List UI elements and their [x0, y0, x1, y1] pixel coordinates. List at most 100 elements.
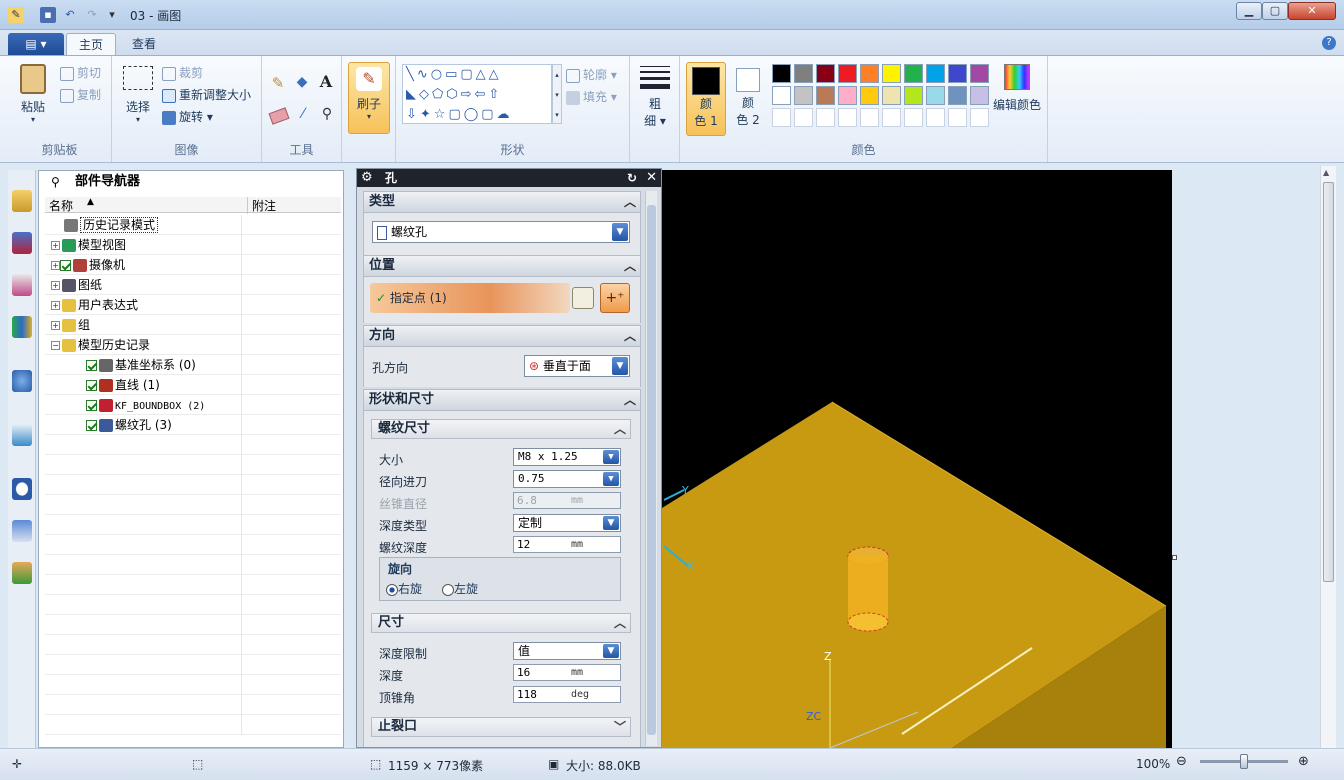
- dimensions-header[interactable]: 尺寸 ︿: [371, 613, 631, 633]
- shapes-gallery-scroll[interactable]: ▴ ▾ ▾: [552, 64, 562, 124]
- settings-gear-icon[interactable]: ⚙: [361, 169, 373, 187]
- expand-icon[interactable]: +: [51, 281, 60, 290]
- clock-icon[interactable]: [12, 478, 32, 500]
- palette-swatch[interactable]: [838, 86, 857, 105]
- redo-icon[interactable]: ↷: [84, 7, 100, 23]
- close-button[interactable]: ✕: [1288, 2, 1336, 20]
- text-tool-icon[interactable]: A: [316, 72, 336, 92]
- thread-size-select[interactable]: M8 x 1.25 ▼: [513, 448, 621, 466]
- groups-row[interactable]: + 组: [45, 315, 341, 335]
- right-hand-radio[interactable]: 右旋: [386, 580, 422, 597]
- expand-icon[interactable]: +: [51, 301, 60, 310]
- palette-swatch[interactable]: [948, 86, 967, 105]
- depth-limit-select[interactable]: 值 ▼: [513, 642, 621, 660]
- type-section-header[interactable]: 类型 ︿: [363, 191, 641, 213]
- custom-color-swatch[interactable]: [794, 108, 813, 127]
- collapse-icon[interactable]: −: [51, 341, 60, 350]
- point-dialog-icon[interactable]: +⁺: [600, 283, 630, 313]
- relief-header[interactable]: 止裂口 ﹀: [371, 717, 631, 737]
- shape-section-header[interactable]: 形状和尺寸 ︿: [363, 389, 641, 411]
- cut-button[interactable]: 剪切: [60, 64, 101, 81]
- cameras-row[interactable]: + 摄像机: [45, 255, 341, 275]
- palette-swatch[interactable]: [948, 64, 967, 83]
- history-icon[interactable]: [12, 424, 32, 446]
- direction-section-header[interactable]: 方向 ︿: [363, 325, 641, 347]
- magnifier-icon[interactable]: ⚲: [318, 106, 336, 124]
- eraser-icon[interactable]: [268, 107, 290, 125]
- visibility-checkbox[interactable]: [86, 380, 97, 391]
- zoom-out-icon[interactable]: ⊖: [1176, 754, 1187, 769]
- column-note-header[interactable]: 附注: [247, 197, 276, 214]
- tip-angle-input[interactable]: 118: [513, 686, 621, 703]
- edit-colors-button[interactable]: 编辑颜色: [990, 62, 1044, 122]
- outline-button[interactable]: 轮廓 ▾: [566, 66, 617, 83]
- expand-icon[interactable]: +: [51, 241, 60, 250]
- depth-type-select[interactable]: 定制 ▼: [513, 514, 621, 532]
- color-picker-icon[interactable]: ⁄: [294, 106, 312, 124]
- palette-swatch[interactable]: [794, 64, 813, 83]
- left-hand-radio[interactable]: 左旋: [442, 580, 478, 597]
- zoom-slider-thumb[interactable]: [1240, 754, 1248, 769]
- user-expressions-row[interactable]: + 用户表达式: [45, 295, 341, 315]
- thread-size-header[interactable]: 螺纹尺寸 ︿: [371, 419, 631, 439]
- custom-color-swatch[interactable]: [904, 108, 923, 127]
- expand-icon[interactable]: +: [51, 261, 60, 270]
- palette-swatch[interactable]: [970, 64, 989, 83]
- dialog-scroll-thumb[interactable]: [647, 205, 656, 735]
- scroll-up-arrow-icon[interactable]: ▲: [1323, 168, 1329, 177]
- palette-swatch[interactable]: [882, 86, 901, 105]
- thread-depth-input[interactable]: 12: [513, 536, 621, 553]
- pencil-icon[interactable]: ✎: [268, 74, 288, 94]
- palette-swatch[interactable]: [838, 64, 857, 83]
- custom-color-swatch[interactable]: [860, 108, 879, 127]
- select-button[interactable]: 选择 ▾: [120, 66, 156, 136]
- process-studio-icon[interactable]: [12, 520, 32, 542]
- visibility-checkbox[interactable]: [86, 400, 97, 411]
- sketch-section-icon[interactable]: [572, 287, 594, 309]
- palette-swatch[interactable]: [860, 64, 879, 83]
- palette-swatch[interactable]: [882, 64, 901, 83]
- palette-swatch[interactable]: [970, 86, 989, 105]
- history-mode-row[interactable]: 历史记录模式: [45, 215, 341, 235]
- custom-color-swatch[interactable]: [926, 108, 945, 127]
- reset-icon[interactable]: ↻: [627, 169, 637, 187]
- feature-threaded-hole-row[interactable]: 螺纹孔 (3): [45, 415, 341, 435]
- visibility-checkbox[interactable]: [86, 360, 97, 371]
- color2-button[interactable]: 颜 色 2: [730, 62, 766, 136]
- paste-button[interactable]: 粘贴 ▾: [18, 64, 48, 134]
- pin-icon[interactable]: ⚲: [51, 171, 60, 193]
- canvas-resize-handle[interactable]: [1172, 555, 1177, 560]
- constraint-navigator-icon[interactable]: [12, 232, 32, 254]
- reuse-library-icon[interactable]: [12, 316, 32, 338]
- crop-button[interactable]: 裁剪: [162, 64, 203, 81]
- palette-swatch[interactable]: [926, 64, 945, 83]
- scroll-thumb[interactable]: [1323, 182, 1334, 582]
- brushes-button[interactable]: ✎ 刷子 ▾: [348, 62, 390, 134]
- custom-color-swatch[interactable]: [772, 108, 791, 127]
- drawings-row[interactable]: + 图纸: [45, 275, 341, 295]
- zoom-slider[interactable]: [1200, 754, 1288, 769]
- position-section-header[interactable]: 位置 ︿: [363, 255, 641, 277]
- custom-color-swatch[interactable]: [838, 108, 857, 127]
- palette-swatch[interactable]: [816, 86, 835, 105]
- specify-point-row[interactable]: ✓ 指定点 (1): [370, 283, 570, 313]
- custom-color-swatch[interactable]: [948, 108, 967, 127]
- size-button[interactable]: 粗 细 ▾: [636, 66, 674, 136]
- feature-kf-boundbox-row[interactable]: KF_BOUNDBOX (2): [45, 395, 341, 415]
- copy-button[interactable]: 复制: [60, 86, 101, 103]
- visibility-checkbox[interactable]: [86, 420, 97, 431]
- fill-button[interactable]: 填充 ▾: [566, 88, 617, 105]
- palette-swatch[interactable]: [794, 86, 813, 105]
- palette-swatch[interactable]: [904, 64, 923, 83]
- web-browser-icon[interactable]: [12, 370, 32, 392]
- maximize-button[interactable]: ▢: [1262, 2, 1288, 20]
- vertical-scrollbar[interactable]: ▲: [1320, 166, 1336, 748]
- custom-color-swatch[interactable]: [970, 108, 989, 127]
- depth-input[interactable]: 16: [513, 664, 621, 681]
- palette-swatch[interactable]: [860, 86, 879, 105]
- rotate-button[interactable]: 旋转 ▾: [162, 108, 213, 125]
- model-views-row[interactable]: + 模型视图: [45, 235, 341, 255]
- shapes-gallery[interactable]: ╲∿○▭▢△△ ◣◇⬠⬡⇨⇦⇧ ⇩✦☆▢◯▢☁: [402, 64, 552, 124]
- file-menu-button[interactable]: ▤ ▾: [8, 33, 64, 55]
- fill-bucket-icon[interactable]: ◆: [292, 74, 312, 94]
